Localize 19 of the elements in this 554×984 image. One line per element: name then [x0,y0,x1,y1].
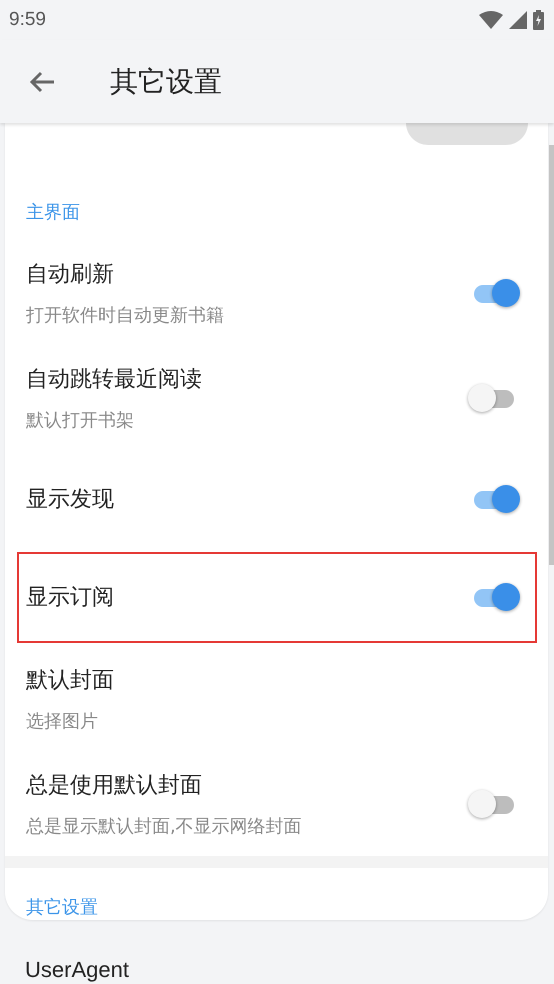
setting-title[interactable]: 显示订阅 [26,582,114,612]
setting-title[interactable]: UserAgent [0,920,554,983]
wifi-icon [479,11,503,29]
setting-title[interactable]: 自动跳转最近阅读 [26,364,202,394]
back-icon[interactable] [29,70,55,92]
setting-description: 打开软件时自动更新书籍 [26,304,224,326]
section-header: 主界面 [25,201,81,225]
signal-icon [509,11,527,29]
setting-title[interactable]: 自动刷新 [26,258,224,288]
setting-title[interactable]: 总是使用默认封面 [26,770,302,800]
setting-description: 总是显示默认封面,不显示网络封面 [26,814,302,838]
setting-title[interactable]: 默认封面 [26,664,114,694]
battery-icon [533,10,544,30]
status-time: 9:59 [9,9,46,31]
section-header: 其它设置 [25,896,99,920]
page-title: 其它设置 [110,64,222,100]
setting-description: 默认打开书架 [26,408,135,432]
setting-description: 选择图片 [26,710,99,732]
setting-title[interactable]: 显示发现 [26,484,114,514]
